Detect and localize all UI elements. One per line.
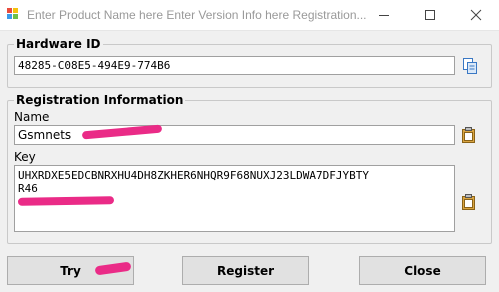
- app-icon: [7, 8, 21, 22]
- name-field[interactable]: Gsmnets: [14, 125, 455, 145]
- register-button[interactable]: Register: [182, 256, 309, 285]
- key-redaction-mark: [17, 196, 115, 206]
- maximize-button[interactable]: [407, 0, 453, 30]
- key-line-2: R46: [18, 182, 38, 195]
- hardware-id-legend: Hardware ID: [16, 37, 101, 51]
- window-title: Enter Product Name here Enter Version In…: [27, 8, 367, 22]
- copy-hardware-id-button[interactable]: [462, 57, 478, 75]
- name-label: Name: [14, 110, 50, 124]
- maximize-icon: [425, 10, 435, 20]
- close-icon: [470, 9, 482, 21]
- close-button[interactable]: Close: [359, 256, 486, 285]
- clipboard-icon: [462, 194, 475, 210]
- registration-info-legend: Registration Information: [16, 93, 184, 107]
- clipboard-icon: [462, 127, 475, 143]
- paste-name-button[interactable]: [461, 126, 477, 144]
- key-label: Key: [14, 150, 36, 164]
- close-window-button[interactable]: [453, 0, 499, 30]
- minimize-button[interactable]: [361, 0, 407, 30]
- copy-icon: [463, 58, 477, 74]
- paste-key-button[interactable]: [461, 193, 477, 211]
- hardware-id-field[interactable]: 48285-C08E5-494E9-774B6: [14, 56, 455, 75]
- minimize-icon: [379, 15, 389, 16]
- title-bar: Enter Product Name here Enter Version In…: [0, 0, 499, 31]
- key-line-1: UHXRDXE5EDCBNRXHU4DH8ZKHER6NHQR9F68NUXJ2…: [18, 169, 369, 182]
